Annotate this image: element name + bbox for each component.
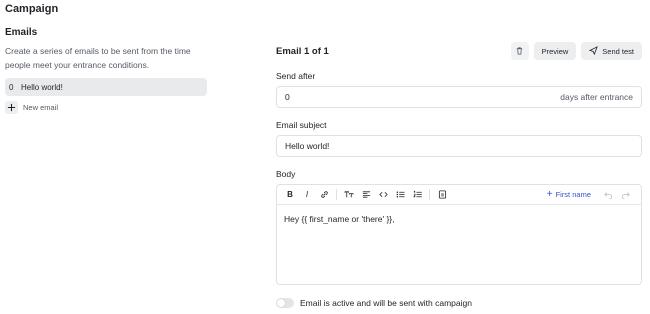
- emails-panel: Emails Create a series of emails to be s…: [5, 27, 207, 115]
- preview-label: Preview: [541, 46, 569, 56]
- email-item-name: Hello world!: [21, 82, 63, 92]
- plus-icon: +: [546, 188, 553, 200]
- bullet-list-icon[interactable]: [393, 188, 407, 202]
- body-content[interactable]: Hey {{ first_name or 'there' }},: [277, 205, 641, 233]
- trash-icon: [515, 46, 524, 57]
- numbered-list-icon[interactable]: [410, 188, 424, 202]
- code-icon[interactable]: [376, 188, 390, 202]
- page-title: Campaign: [5, 3, 59, 15]
- text-size-icon[interactable]: [342, 188, 356, 202]
- redo-icon[interactable]: [618, 188, 632, 202]
- plus-icon: [5, 100, 18, 114]
- send-after-field[interactable]: 0 days after entrance: [276, 86, 642, 108]
- send-after-suffix: days after entrance: [560, 92, 633, 102]
- email-actions: Preview Send test: [510, 42, 642, 60]
- preview-button[interactable]: Preview: [533, 42, 577, 60]
- toolbar-divider: [429, 189, 430, 200]
- email-item-number: 0: [9, 82, 14, 92]
- insert-first-name-button[interactable]: + First name: [546, 188, 591, 200]
- send-test-label: Send test: [602, 46, 634, 56]
- email-editor: Email 1 of 1 Preview Send test Send afte…: [276, 42, 642, 308]
- emails-section-description: Create a series of emails to be sent fro…: [5, 44, 207, 72]
- toolbar-divider: [336, 189, 337, 200]
- email-counter: Email 1 of 1: [276, 45, 329, 57]
- description-line-1: Create a series of emails to be sent fro…: [5, 46, 191, 56]
- body-editor[interactable]: B I + First name Hey {{first_name or 't…: [276, 184, 642, 285]
- new-email-label: New email: [23, 102, 59, 112]
- editor-toolbar: B I + First name: [277, 185, 641, 205]
- bold-icon[interactable]: B: [283, 188, 297, 202]
- link-icon[interactable]: [317, 188, 331, 202]
- active-toggle[interactable]: [276, 298, 294, 308]
- emails-section-title: Emails: [5, 27, 38, 38]
- email-subject-label: Email subject: [276, 120, 327, 130]
- image-icon[interactable]: [435, 188, 449, 202]
- first-name-label: First name: [555, 190, 591, 199]
- new-email-button[interactable]: New email: [5, 99, 207, 115]
- body-label: Body: [276, 169, 296, 179]
- active-toggle-row: Email is active and will be sent with ca…: [276, 298, 642, 308]
- active-toggle-label: Email is active and will be sent with ca…: [300, 298, 472, 308]
- align-icon[interactable]: [359, 188, 373, 202]
- undo-icon[interactable]: [601, 188, 615, 202]
- email-list-item[interactable]: 0 Hello world!: [5, 78, 207, 96]
- email-subject-field[interactable]: Hello world!: [276, 135, 642, 157]
- send-after-value: 0: [285, 92, 290, 102]
- send-test-button[interactable]: Send test: [581, 42, 642, 60]
- description-line-2: people meet your entrance conditions.: [5, 60, 150, 70]
- send-icon: [589, 45, 599, 57]
- delete-email-button[interactable]: [510, 42, 529, 60]
- email-header: Email 1 of 1 Preview Send test: [276, 42, 642, 60]
- send-after-label: Send after: [276, 71, 316, 81]
- email-subject-value: Hello world!: [285, 141, 330, 151]
- italic-icon[interactable]: I: [300, 188, 314, 202]
